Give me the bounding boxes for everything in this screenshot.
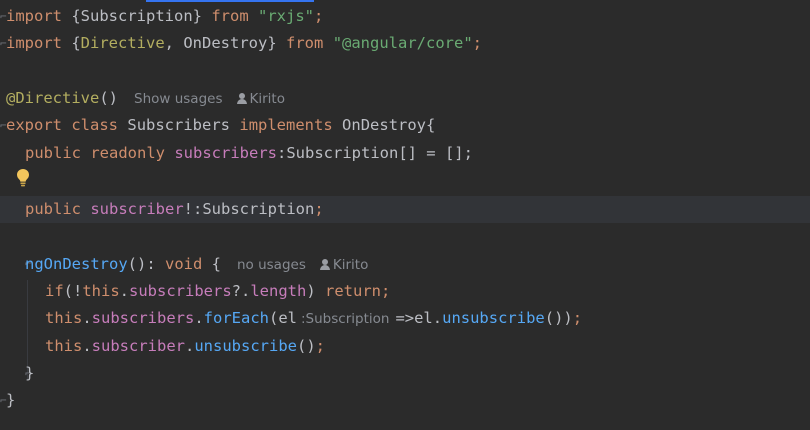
code-line-2[interactable]: import {Directive, OnDestroy} from "@ang… [6, 30, 482, 57]
code-line-11[interactable]: if(!this.subscribers?.length) return; [45, 278, 390, 305]
type-annotation: !:Subscription [183, 200, 315, 218]
punctuation: { [202, 255, 221, 273]
punctuation: ) [306, 282, 326, 300]
person-icon [319, 259, 330, 270]
punctuation: (! [63, 282, 83, 300]
keyword: void [164, 255, 203, 273]
code-line-6[interactable]: public readonly subscribers:Subscription… [25, 140, 473, 167]
code-line-1[interactable]: import {Subscription} from "rxjs"; [6, 3, 323, 30]
method-name: unsubscribe [442, 309, 545, 327]
punctuation: . [194, 309, 204, 327]
annotation: @Directive [6, 89, 100, 107]
punctuation: ()) [544, 309, 573, 327]
punctuation: } [6, 391, 16, 409]
method-name: forEach [203, 309, 269, 327]
no-usages-hint[interactable]: no usages [237, 257, 306, 273]
author-hint[interactable]: Kirito [319, 257, 369, 273]
punctuation: . [82, 309, 92, 327]
punctuation: ; [572, 309, 583, 327]
keyword: if [45, 282, 64, 300]
identifier: Directive [80, 34, 165, 52]
string-literal: "rxjs" [258, 7, 314, 25]
keyword: this [45, 309, 83, 327]
code-line-8[interactable]: public subscriber!:Subscription; [25, 196, 324, 223]
punctuation: { [426, 116, 436, 134]
code-line-15[interactable]: } [6, 387, 15, 414]
keyword: from [211, 7, 249, 25]
punctuation: { [62, 7, 81, 25]
keyword: import [6, 7, 62, 25]
field-name: subscribers [174, 144, 277, 162]
person-icon [236, 93, 247, 104]
keyword: return [325, 282, 382, 300]
punctuation: ; [315, 337, 326, 355]
keyword: this [82, 282, 120, 300]
class-name: Subscribers [127, 116, 231, 134]
field-name: subscriber [90, 200, 184, 218]
keyword: readonly [90, 144, 165, 162]
code-line-10[interactable]: ngOnDestroy(): void { no usages Kirito [25, 251, 368, 278]
punctuation: } [192, 7, 212, 25]
author-hint[interactable]: Kirito [236, 91, 285, 107]
author-name: Kirito [249, 91, 285, 107]
lightbulb-icon[interactable] [16, 168, 30, 188]
punctuation: } [25, 364, 35, 382]
punctuation: . [82, 337, 92, 355]
punctuation: () [99, 89, 118, 107]
punctuation: () [297, 337, 316, 355]
punctuation: . [185, 337, 195, 355]
code-editor[interactable]: ⌐ ⌐ ⌐ ⌐ ⌐ ⌐ import {Subscription} from "… [0, 0, 810, 430]
code-line-14[interactable]: } [25, 360, 34, 387]
punctuation: . [119, 282, 130, 300]
punctuation: ; [314, 7, 324, 25]
punctuation: (): [127, 255, 165, 273]
keyword: class [71, 116, 119, 134]
code-line-5[interactable]: export class Subscribers implements OnDe… [6, 112, 435, 139]
field-name: subscribers [129, 282, 232, 300]
punctuation: ; [472, 34, 483, 52]
method-name: ngOnDestroy [25, 255, 128, 273]
keyword: public [25, 144, 81, 162]
keyword: this [45, 337, 83, 355]
punctuation: { [62, 34, 81, 52]
punctuation: ; [314, 200, 324, 218]
field-name: subscribers [91, 309, 195, 327]
author-name: Kirito [332, 257, 369, 273]
interface-name: OnDestroy [342, 116, 427, 134]
code-line-4[interactable]: @Directive() Show usages Kirito [6, 85, 285, 112]
identifier: OnDestroy [183, 34, 268, 52]
punctuation: (el [269, 309, 297, 327]
string-literal: "@angular/core" [332, 34, 473, 52]
type-inlay-hint: :Subscription [301, 311, 390, 327]
show-usages-hint[interactable]: Show usages [134, 91, 223, 107]
punctuation: ; [381, 282, 391, 300]
keyword: implements [239, 116, 333, 134]
code-line-12[interactable]: this.subscribers.forEach(el:Subscription… [45, 305, 582, 332]
method-name: unsubscribe [194, 337, 297, 355]
punctuation: , [164, 34, 184, 52]
code-line-13[interactable]: this.subscriber.unsubscribe(); [45, 333, 325, 360]
identifier: Subscription [80, 7, 193, 25]
keyword: public [25, 200, 81, 218]
punctuation: ?. [231, 282, 251, 300]
active-tab-indicator [146, 0, 314, 2]
field-name: length [250, 282, 307, 300]
type-annotation: :Subscription[] = []; [277, 144, 473, 162]
punctuation: =>el. [395, 309, 443, 327]
keyword: export [6, 116, 62, 134]
punctuation: } [267, 34, 287, 52]
field-name: subscriber [91, 337, 185, 355]
keyword: from [286, 34, 324, 52]
keyword: import [6, 34, 62, 52]
